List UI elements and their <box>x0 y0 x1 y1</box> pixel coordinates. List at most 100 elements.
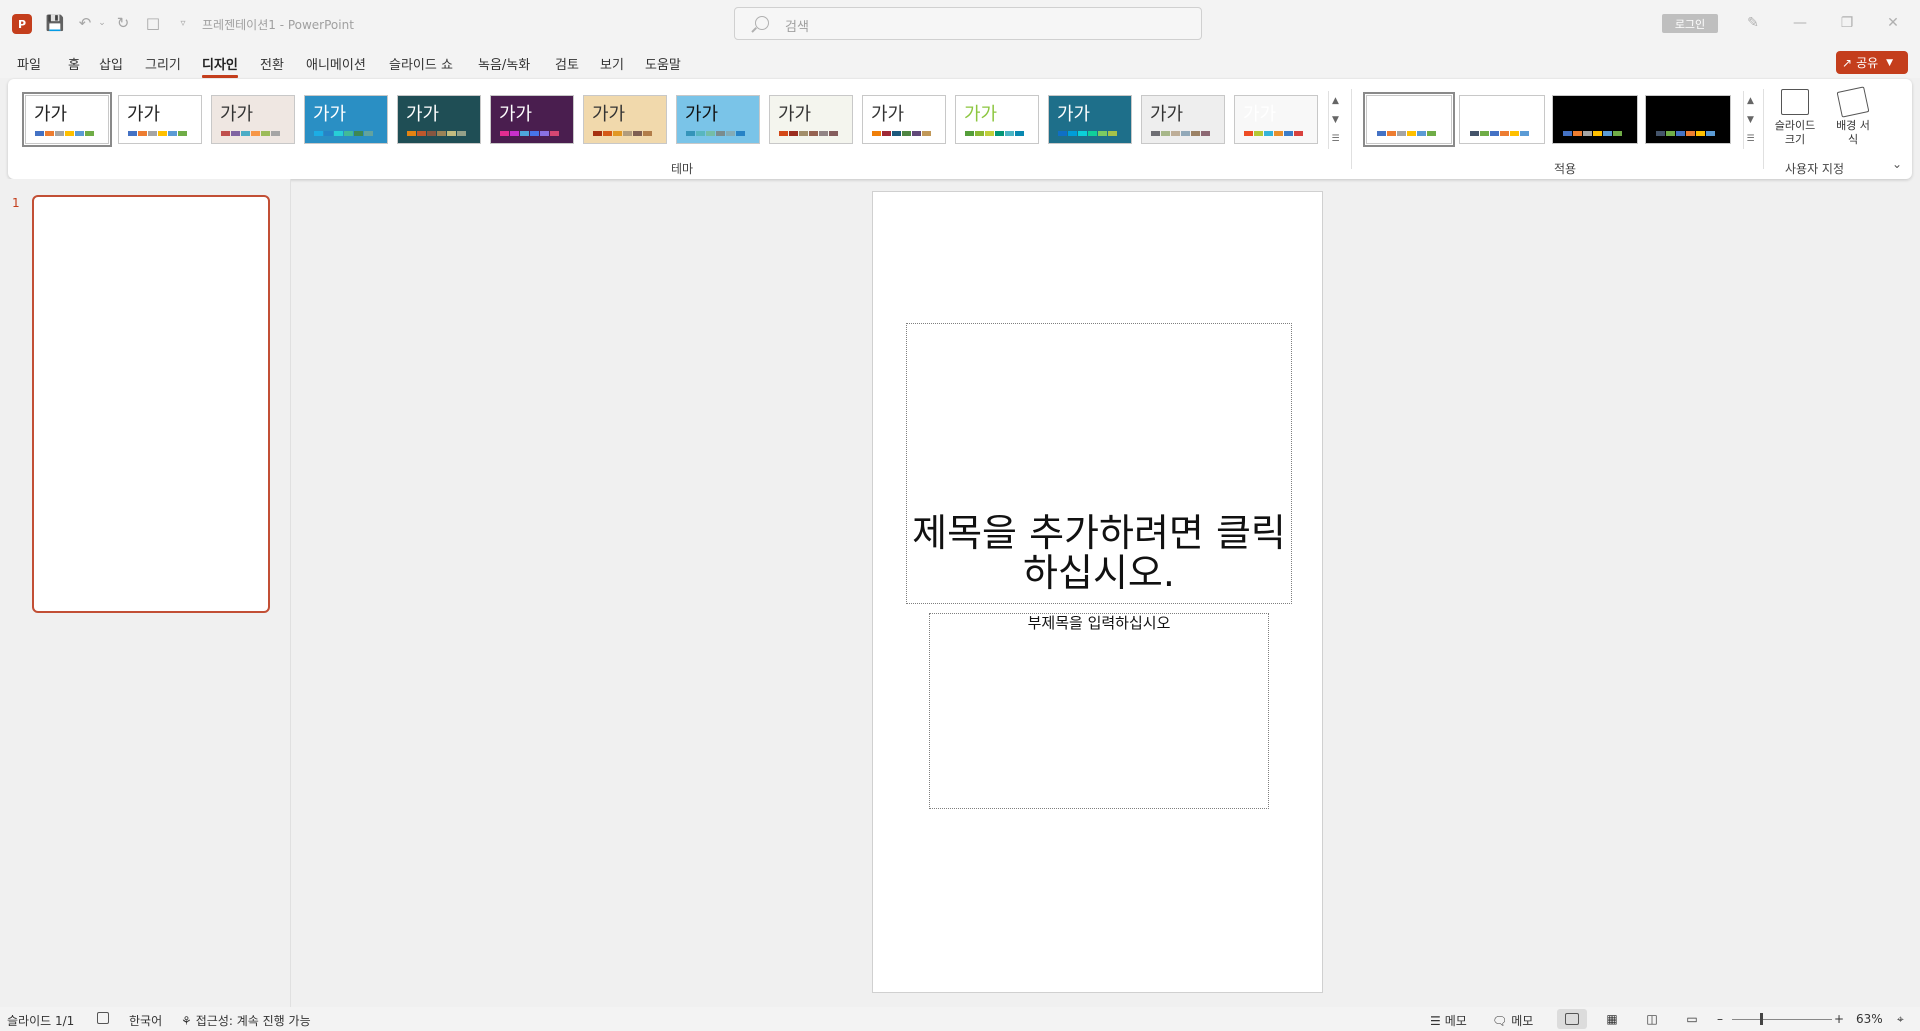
variant-color-swatch <box>1583 131 1592 136</box>
format-background-button[interactable]: 배경 서식 <box>1829 86 1877 147</box>
variants-gallery-scroll[interactable]: ▲ ▼ ☰ <box>1743 91 1757 149</box>
undo-dropdown-icon[interactable]: ⌄ <box>96 12 108 34</box>
theme-thumbnail[interactable]: 가가 <box>304 95 388 144</box>
pen-icon[interactable]: ✎ <box>1738 10 1768 36</box>
gallery-more-icon[interactable]: ☰ <box>1331 134 1339 144</box>
tab-slideshow[interactable]: 슬라이드 쇼 <box>389 54 453 73</box>
slide-canvas[interactable]: 제목을 추가하려면 클릭하십시오. 부제목을 입력하십시오 <box>872 191 1323 993</box>
comments-button[interactable]: 🗨 메모 <box>1492 1012 1533 1029</box>
variant-color-swatch <box>1470 131 1479 136</box>
normal-view-button[interactable] <box>1557 1009 1587 1029</box>
theme-color-swatch <box>1058 131 1067 136</box>
variant-thumbnail[interactable] <box>1552 95 1638 144</box>
theme-color-swatch <box>995 131 1004 136</box>
zoom-in-button[interactable]: + <box>1834 1012 1844 1026</box>
search-input[interactable]: 검색 <box>734 7 1202 40</box>
gallery-more-icon[interactable]: ☰ <box>1746 134 1754 144</box>
theme-color-swatch <box>686 131 695 136</box>
variant-color-swatch <box>1377 131 1386 136</box>
theme-thumbnail[interactable]: 가가 <box>862 95 946 144</box>
zoom-level[interactable]: 63% <box>1856 1012 1883 1026</box>
spellcheck-icon[interactable] <box>97 1012 109 1024</box>
tab-view[interactable]: 보기 <box>600 54 624 73</box>
restore-icon[interactable]: ❐ <box>1832 10 1862 36</box>
variant-color-swatch <box>1666 131 1675 136</box>
theme-thumbnail[interactable]: 가가 <box>118 95 202 144</box>
comment-icon: 🗨 <box>1492 1013 1508 1028</box>
reading-view-button[interactable]: ◫ <box>1637 1009 1667 1029</box>
tab-help[interactable]: 도움말 <box>645 54 681 73</box>
theme-thumbnail[interactable]: 가가 <box>22 92 112 147</box>
theme-thumbnail[interactable]: 가가 <box>1234 95 1318 144</box>
theme-thumbnail[interactable]: 가가 <box>583 95 667 144</box>
title-placeholder[interactable]: 제목을 추가하려면 클릭하십시오. <box>906 323 1292 604</box>
zoom-slider[interactable] <box>1732 1019 1832 1020</box>
start-slideshow-icon[interactable]: □ <box>142 12 164 34</box>
theme-thumbnail[interactable]: 가가 <box>1048 95 1132 144</box>
theme-thumbnail[interactable]: 가가 <box>490 95 574 144</box>
theme-thumbnail[interactable]: 가가 <box>955 95 1039 144</box>
customize-qat-icon[interactable]: ▿ <box>172 12 194 34</box>
theme-color-bar <box>593 131 652 136</box>
undo-icon[interactable]: ↶ <box>74 12 96 34</box>
scroll-down-icon[interactable]: ▼ <box>1332 115 1339 125</box>
theme-color-swatch <box>872 131 881 136</box>
login-button[interactable]: 로그인 <box>1662 14 1718 33</box>
tab-file[interactable]: 파일 <box>17 54 41 73</box>
theme-color-swatch <box>221 131 230 136</box>
share-button[interactable]: ↗ 공유 ▼ <box>1836 51 1908 74</box>
theme-thumbnail[interactable]: 가가 <box>769 95 853 144</box>
scroll-up-icon[interactable]: ▲ <box>1747 96 1754 106</box>
themes-gallery-scroll[interactable]: ▲ ▼ ☰ <box>1328 91 1342 149</box>
accessibility-button[interactable]: ⚘ 접근성: 계속 진행 가능 <box>181 1012 311 1029</box>
search-icon <box>755 16 769 30</box>
theme-color-swatch <box>902 131 911 136</box>
theme-color-swatch <box>314 131 323 136</box>
theme-color-swatch <box>643 131 652 136</box>
variant-thumbnail[interactable] <box>1459 95 1545 144</box>
tab-record[interactable]: 녹음/녹화 <box>478 54 530 73</box>
scroll-up-icon[interactable]: ▲ <box>1332 96 1339 106</box>
theme-color-swatch <box>35 131 44 136</box>
tab-transitions[interactable]: 전환 <box>260 54 284 73</box>
subtitle-placeholder[interactable]: 부제목을 입력하십시오 <box>929 613 1269 809</box>
theme-thumbnail[interactable]: 가가 <box>211 95 295 144</box>
redo-icon[interactable]: ↻ <box>112 12 134 34</box>
tab-animations[interactable]: 애니메이션 <box>306 54 366 73</box>
theme-color-swatch <box>520 131 529 136</box>
theme-color-swatch <box>1264 131 1273 136</box>
theme-sample-text: 가가 <box>1057 104 1091 125</box>
theme-color-swatch <box>716 131 725 136</box>
title-bar: P 💾 ↶ ⌄ ↻ □ ▿ 프레젠테이션1 - PowerPoint 검색 로그… <box>0 0 1920 46</box>
variant-thumbnail[interactable] <box>1363 92 1455 147</box>
ribbon-collapse-icon[interactable]: ⌄ <box>1892 157 1902 171</box>
save-icon[interactable]: 💾 <box>44 12 66 34</box>
slide-size-button[interactable]: 슬라이드 크기 <box>1771 89 1819 147</box>
minimize-icon[interactable]: — <box>1785 10 1815 36</box>
theme-color-swatch <box>633 131 642 136</box>
slideshow-view-button[interactable]: ▭ <box>1677 1009 1707 1029</box>
slide-sorter-button[interactable]: ▦ <box>1597 1009 1627 1029</box>
normal-view-icon <box>1565 1013 1579 1025</box>
theme-thumbnail[interactable]: 가가 <box>1141 95 1225 144</box>
scroll-down-icon[interactable]: ▼ <box>1747 115 1754 125</box>
close-icon[interactable]: ✕ <box>1878 10 1908 36</box>
tab-design[interactable]: 디자인 <box>202 54 238 78</box>
themes-group-label: 테마 <box>671 162 694 176</box>
theme-color-swatch <box>965 131 974 136</box>
zoom-slider-thumb[interactable] <box>1760 1013 1763 1025</box>
zoom-out-button[interactable]: – <box>1717 1012 1723 1026</box>
tab-review[interactable]: 검토 <box>555 54 579 73</box>
language-indicator[interactable]: 한국어 <box>129 1012 162 1029</box>
tab-draw[interactable]: 그리기 <box>145 54 181 73</box>
accessibility-label: 접근성: 계속 진행 가능 <box>195 1014 311 1028</box>
variant-thumbnail[interactable] <box>1645 95 1731 144</box>
theme-thumbnail[interactable]: 가가 <box>676 95 760 144</box>
tab-insert[interactable]: 삽입 <box>99 54 123 73</box>
notes-button[interactable]: ☰ 메모 <box>1430 1012 1467 1029</box>
fit-to-window-icon[interactable]: ⌖ <box>1897 1012 1904 1027</box>
theme-color-swatch <box>593 131 602 136</box>
theme-thumbnail[interactable]: 가가 <box>397 95 481 144</box>
tab-home[interactable]: 홈 <box>68 54 80 73</box>
slide-thumbnail[interactable] <box>32 195 270 613</box>
